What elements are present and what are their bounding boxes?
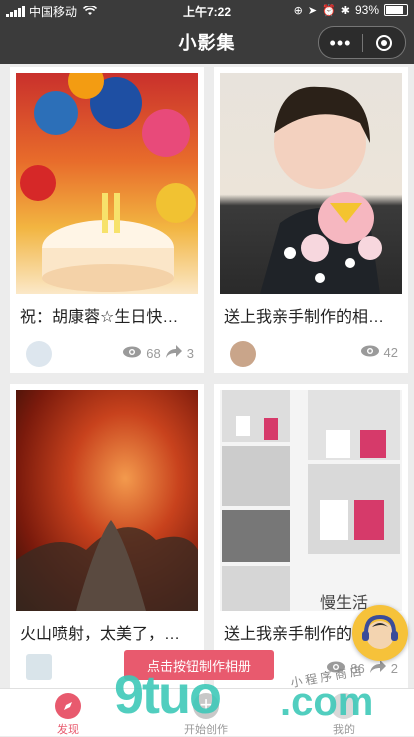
album-cover — [16, 73, 198, 294]
view-count: 42 — [383, 345, 398, 360]
page-title: 小影集 — [178, 33, 236, 53]
headset-icon — [362, 614, 398, 649]
avatar — [230, 341, 256, 367]
status-bar: 中国移动 上午7:22 ⊕ ➤ ⏰ ✱ 93% — [0, 0, 414, 20]
album-title: 火山喷射，太美了，… — [20, 626, 181, 643]
album-title: 祝：胡康蓉☆生日快… — [20, 309, 179, 326]
tab-label: 发现 — [57, 724, 79, 736]
eye-icon — [122, 346, 142, 361]
watermark-logo: 9tuo — [114, 665, 222, 725]
album-card[interactable]: 送上我亲手制作的相… 42 — [214, 67, 408, 373]
album-card[interactable]: 祝：胡康蓉☆生日快… 68 3 — [10, 67, 204, 373]
rotation-lock-icon: ⊕ — [293, 4, 303, 17]
nav-bar: 小影集 ••• — [0, 20, 414, 64]
share-icon[interactable] — [165, 345, 183, 362]
location-icon: ➤ — [307, 4, 318, 17]
album-title: 送上我亲手制作的相… — [224, 309, 385, 326]
share-icon[interactable] — [369, 660, 387, 677]
share-count: 3 — [186, 346, 194, 361]
compass-icon — [55, 693, 81, 719]
album-cover — [16, 390, 198, 611]
album-card[interactable]: 火山喷射，太美了，… — [10, 384, 204, 694]
alarm-icon: ⏰ — [322, 4, 336, 17]
avatar — [26, 341, 52, 367]
eye-icon — [360, 345, 380, 360]
tab-discover[interactable]: 发现 — [28, 693, 108, 737]
bluetooth-icon: ✱ — [340, 4, 350, 17]
more-dots-icon[interactable]: ••• — [319, 33, 362, 53]
capsule-menu: ••• — [318, 26, 406, 59]
avatar — [26, 654, 52, 680]
customer-service-button[interactable] — [352, 605, 408, 661]
battery-icon — [384, 4, 408, 16]
view-count: 68 — [146, 346, 161, 361]
tab-label: 我的 — [333, 724, 355, 736]
album-cover: 慢生活 — [220, 390, 402, 611]
album-cover — [220, 73, 402, 294]
target-icon[interactable] — [363, 34, 405, 51]
battery-percent: 93% — [354, 3, 379, 17]
share-count: 2 — [390, 661, 398, 676]
